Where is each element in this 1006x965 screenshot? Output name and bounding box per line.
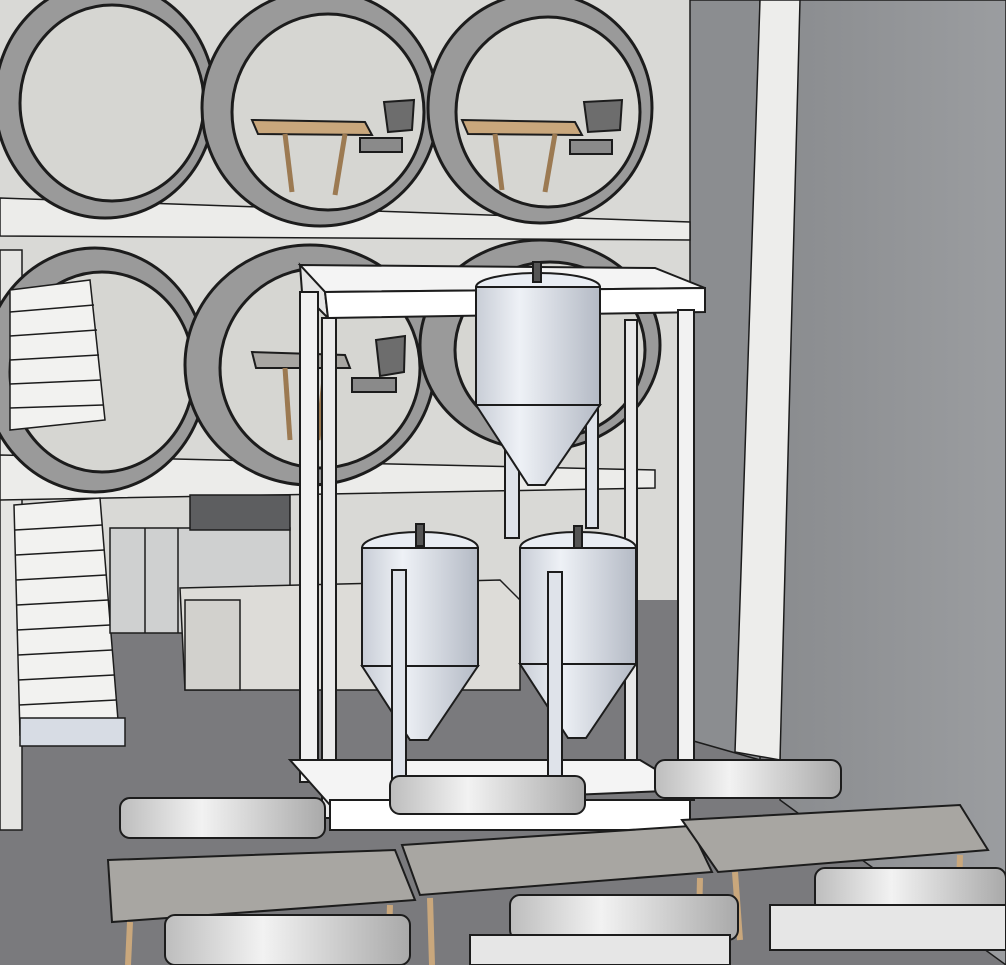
bench-icon	[389, 775, 586, 815]
chair-icon	[582, 98, 624, 134]
chair-icon	[374, 334, 407, 378]
upper-pipe-row	[0, 0, 654, 228]
bench-icon	[119, 797, 326, 839]
bench-icon	[654, 759, 842, 799]
table-icon	[250, 118, 374, 137]
table-icon	[460, 118, 584, 137]
chair-icon	[382, 98, 416, 134]
bench-icon	[164, 914, 411, 965]
bench-icon	[509, 894, 739, 941]
brewery-interior-render	[0, 0, 1006, 965]
